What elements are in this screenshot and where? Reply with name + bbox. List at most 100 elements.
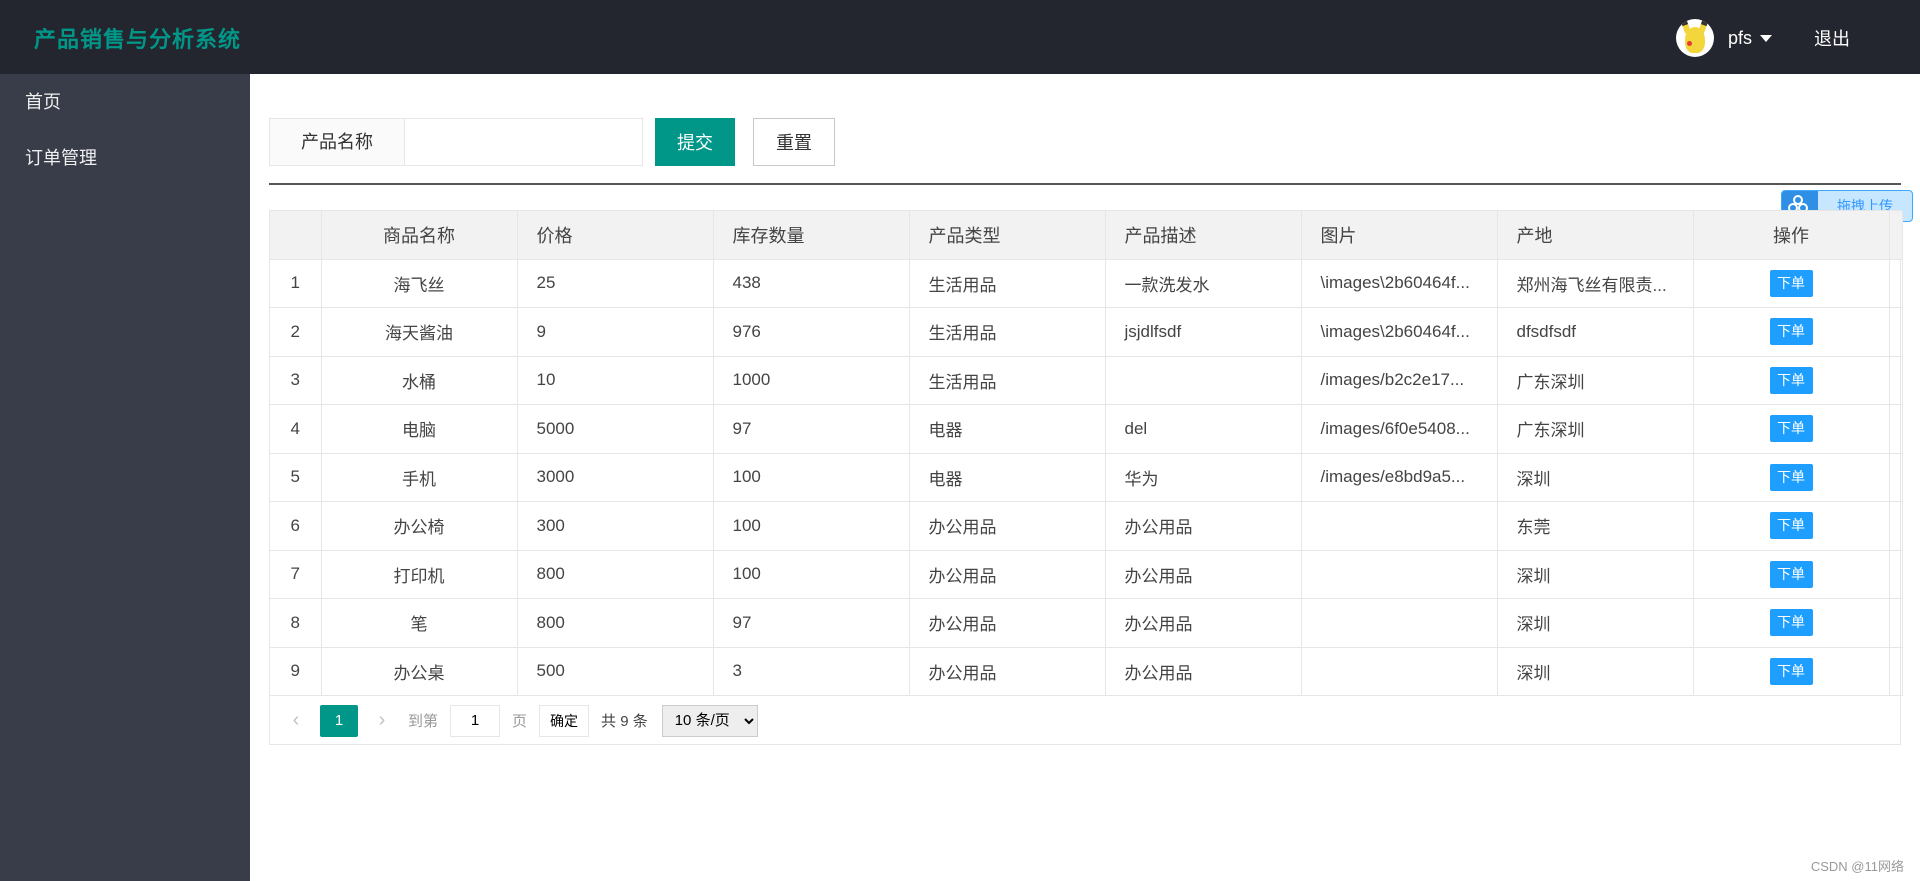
cell-product-name: 电脑 — [321, 404, 518, 454]
cell-price: 10 — [517, 356, 714, 405]
place-order-button[interactable]: 下单 — [1769, 269, 1813, 297]
table-row[interactable]: 3 水桶 10 1000 生活用品/images/b2c2e17... 广东深圳 下单 — [270, 356, 1903, 405]
logout-link[interactable]: 退出 — [1814, 25, 1850, 51]
product-name-label: 产品名称 — [269, 118, 405, 166]
sidebar: 首页 订单管理 — [0, 74, 250, 881]
cell-product-name: 海飞丝 — [321, 259, 518, 308]
cell-price: 800 — [517, 550, 714, 599]
username[interactable]: pfs — [1728, 28, 1752, 49]
cell-action: 下单 — [1693, 404, 1890, 454]
cell-description: del — [1105, 404, 1302, 454]
cell-image: \images\2b60464f... — [1301, 307, 1498, 357]
header-product-name[interactable]: 商品名称 — [321, 211, 518, 260]
place-order-button[interactable]: 下单 — [1769, 560, 1813, 588]
scroll-gutter — [1889, 647, 1903, 696]
cell-action: 下单 — [1693, 259, 1890, 308]
header-stock[interactable]: 库存数量 — [713, 211, 910, 260]
cell-origin: 广东深圳 — [1497, 404, 1694, 454]
sidebar-item-orders[interactable]: 订单管理 — [0, 130, 250, 186]
table-row[interactable]: 7 打印机 800 100 办公用品 办公用品 深圳 下单 — [270, 550, 1903, 599]
table-row[interactable]: 1 海飞丝 25 438 生活用品 一款洗发水 \images\2b60464f... 郑州海… — [270, 259, 1903, 308]
app-title[interactable]: 产品销售与分析系统 — [34, 22, 241, 54]
page-1-button[interactable]: 1 — [320, 704, 358, 737]
user-area: pfs 退出 — [1675, 18, 1850, 58]
cell-description: 办公用品 — [1105, 501, 1302, 551]
header-description[interactable]: 产品描述 — [1105, 211, 1302, 260]
table-row[interactable]: 4 电脑 5000 97 电器 del/images/6f0e5408... 广东深圳 下单 — [270, 404, 1903, 454]
cell-image: /images/b2c2e17... — [1301, 356, 1498, 405]
header-action: 操作 — [1693, 211, 1890, 260]
goto-confirm-button[interactable]: 确定 — [539, 704, 590, 737]
product-name-input[interactable] — [404, 118, 643, 166]
cell-price: 9 — [517, 307, 714, 357]
cell-product-name: 水桶 — [321, 356, 518, 405]
table-row[interactable]: 6 办公椅 300 100 办公用品 办公用品 东莞 下单 — [270, 501, 1903, 551]
avatar-face — [1684, 27, 1705, 53]
chevron-down-icon[interactable] — [1760, 34, 1772, 42]
table-header-row: 商品名称 价格 库存数量 产品类型 产品描述 图片 产地 操作 — [270, 211, 1903, 260]
cell-description: 办公用品 — [1105, 647, 1302, 696]
cell-origin: 郑州海飞丝有限责... — [1497, 259, 1694, 308]
scroll-gutter — [1889, 404, 1903, 454]
table-row[interactable]: 2 海天酱油 9 976 生活用品 jsjdlfsdf \images\2b60464f..… — [270, 307, 1903, 357]
table-row[interactable]: 9 办公桌 500 3 办公用品 办公用品 深圳 下单 — [270, 647, 1903, 696]
header-type[interactable]: 产品类型 — [909, 211, 1106, 260]
cell-price: 5000 — [517, 404, 714, 454]
table-row[interactable]: 5 手机 3000 100 电器 华为/images/e8bd9a5... 深圳 下单 — [270, 453, 1903, 502]
cell-stock: 1000 — [713, 356, 910, 405]
prev-page-icon[interactable]: ‹ — [278, 709, 314, 732]
cell-action: 下单 — [1693, 453, 1890, 502]
cell-origin: 东莞 — [1497, 501, 1694, 551]
cell-description: 办公用品 — [1105, 598, 1302, 648]
goto-page-input[interactable] — [450, 704, 501, 737]
place-order-button[interactable]: 下单 — [1769, 415, 1813, 443]
cell-product-name: 办公桌 — [321, 647, 518, 696]
sidebar-item-home[interactable]: 首页 — [0, 74, 250, 130]
cell-image: /images/6f0e5408... — [1301, 404, 1498, 454]
cell-stock: 97 — [713, 404, 910, 454]
cell-product-name: 海天酱油 — [321, 307, 518, 357]
page-size-select[interactable]: 10 条/页 — [661, 704, 758, 737]
cell-product-name: 手机 — [321, 453, 518, 502]
cell-index: 6 — [270, 501, 322, 551]
cell-description: 一款洗发水 — [1105, 259, 1302, 308]
place-order-button[interactable]: 下单 — [1769, 318, 1813, 346]
cell-price: 300 — [517, 501, 714, 551]
cell-origin: 深圳 — [1497, 550, 1694, 599]
cell-type: 生活用品 — [909, 259, 1106, 308]
cell-index: 3 — [270, 356, 322, 405]
cell-type: 生活用品 — [909, 307, 1106, 357]
table-row[interactable]: 8 笔 800 97 办公用品 办公用品 深圳 下单 — [270, 598, 1903, 648]
place-order-button[interactable]: 下单 — [1769, 463, 1813, 491]
total-count: 共 9 条 — [601, 713, 648, 730]
cell-description: 华为 — [1105, 453, 1302, 502]
cell-type: 办公用品 — [909, 647, 1106, 696]
cell-type: 办公用品 — [909, 598, 1106, 648]
reset-button[interactable]: 重置 — [753, 118, 835, 166]
cell-index: 4 — [270, 404, 322, 454]
cell-type: 电器 — [909, 404, 1106, 454]
place-order-button[interactable]: 下单 — [1769, 512, 1813, 540]
cell-image — [1301, 598, 1498, 648]
header-price[interactable]: 价格 — [517, 211, 714, 260]
place-order-button[interactable]: 下单 — [1769, 657, 1813, 685]
header-image[interactable]: 图片 — [1301, 211, 1498, 260]
next-page-icon[interactable]: › — [364, 709, 400, 732]
cell-action: 下单 — [1693, 550, 1890, 599]
cell-type: 电器 — [909, 453, 1106, 502]
place-order-button[interactable]: 下单 — [1769, 609, 1813, 637]
divider — [269, 183, 1901, 185]
scroll-gutter — [1889, 550, 1903, 599]
cell-price: 3000 — [517, 453, 714, 502]
place-order-button[interactable]: 下单 — [1769, 366, 1813, 394]
cell-index: 2 — [270, 307, 322, 357]
user-avatar[interactable] — [1675, 19, 1714, 57]
product-table: 商品名称 价格 库存数量 产品类型 产品描述 图片 产地 操作 1 海飞丝 25 43… — [269, 210, 1903, 745]
cell-action: 下单 — [1693, 307, 1890, 357]
cell-action: 下单 — [1693, 356, 1890, 405]
top-header: 产品销售与分析系统 pfs 退出 — [0, 0, 1920, 74]
cell-type: 生活用品 — [909, 356, 1106, 405]
cell-product-name: 笔 — [321, 598, 518, 648]
submit-button[interactable]: 提交 — [655, 118, 735, 166]
header-origin[interactable]: 产地 — [1497, 211, 1694, 260]
